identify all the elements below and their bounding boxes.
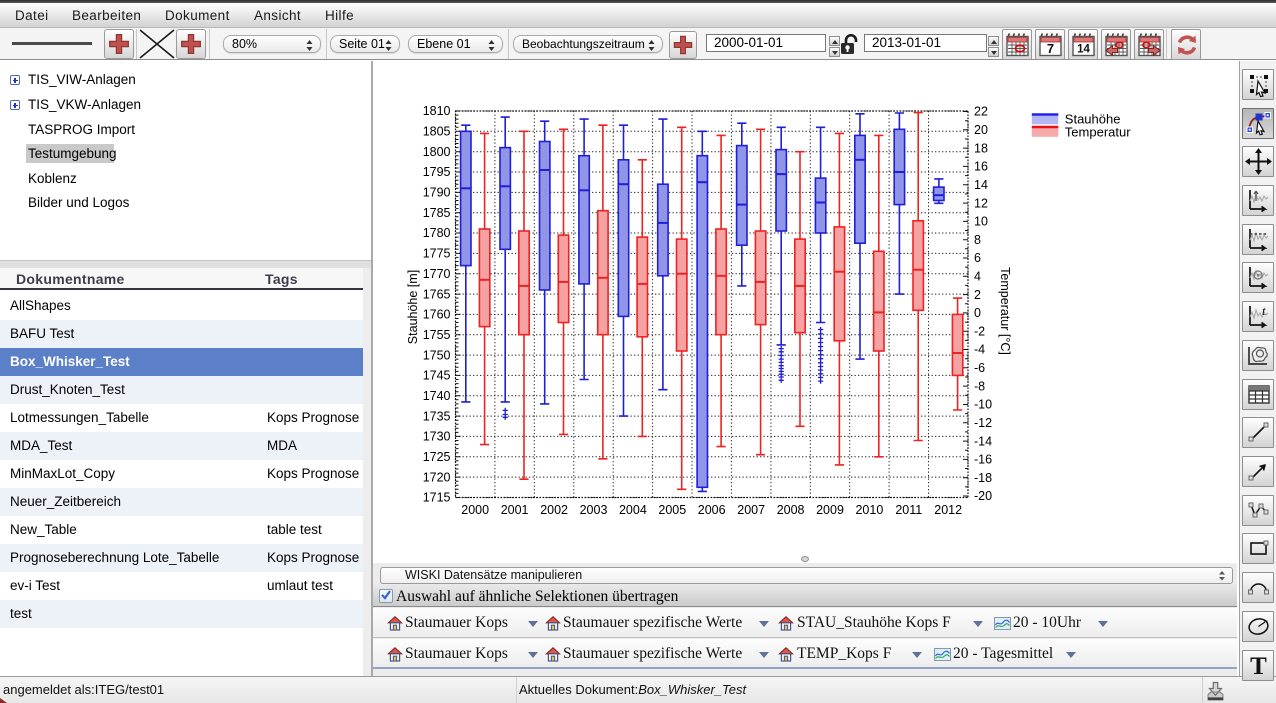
svg-text:-18: -18: [974, 471, 992, 485]
svg-text:-6: -6: [974, 361, 985, 375]
svg-text:2005: 2005: [658, 503, 686, 517]
svg-text:Stauhöhe [m]: Stauhöhe [m]: [406, 270, 420, 344]
svg-text:0: 0: [974, 306, 981, 320]
svg-text:-14: -14: [974, 434, 992, 448]
svg-text:Temperatur: Temperatur: [1065, 125, 1131, 140]
svg-text:18: 18: [974, 141, 988, 155]
svg-text:-20: -20: [974, 489, 992, 503]
svg-text:-2: -2: [974, 324, 985, 338]
svg-text:1715: 1715: [423, 491, 451, 505]
svg-text:20: 20: [974, 123, 988, 137]
svg-text:1770: 1770: [423, 267, 451, 281]
svg-text:2004: 2004: [619, 503, 647, 517]
svg-text:1735: 1735: [423, 409, 451, 423]
svg-text:2006: 2006: [698, 503, 726, 517]
svg-text:1800: 1800: [423, 145, 451, 159]
svg-text:-4: -4: [974, 343, 985, 357]
svg-text:1720: 1720: [423, 470, 451, 484]
svg-text:1760: 1760: [423, 308, 451, 322]
svg-text:1745: 1745: [423, 369, 451, 383]
svg-text:8: 8: [974, 233, 981, 247]
svg-text:22: 22: [974, 105, 988, 119]
svg-text:7: 7: [1047, 41, 1054, 56]
svg-text:-10: -10: [974, 398, 992, 412]
svg-text:1765: 1765: [423, 287, 451, 301]
svg-text:1740: 1740: [423, 389, 451, 403]
svg-text:12: 12: [974, 196, 988, 210]
svg-text:1805: 1805: [423, 125, 451, 139]
svg-text:2010: 2010: [855, 503, 883, 517]
svg-text:-8: -8: [974, 379, 985, 393]
svg-text:1795: 1795: [423, 165, 451, 179]
svg-text:2000: 2000: [461, 503, 489, 517]
svg-text:2002: 2002: [540, 503, 568, 517]
svg-text:1810: 1810: [423, 104, 451, 118]
svg-text:14: 14: [974, 178, 988, 192]
svg-text:16: 16: [974, 160, 988, 174]
svg-text:2003: 2003: [580, 503, 608, 517]
svg-text:1790: 1790: [423, 186, 451, 200]
svg-text:2008: 2008: [777, 503, 805, 517]
svg-text:1725: 1725: [423, 450, 451, 464]
svg-text:T: T: [1250, 653, 1267, 679]
svg-text:Temperatur [°C]: Temperatur [°C]: [998, 267, 1012, 355]
svg-text:14: 14: [1077, 44, 1090, 56]
svg-text:t: t: [1262, 303, 1266, 318]
svg-text:-16: -16: [974, 453, 992, 467]
svg-text:10: 10: [974, 215, 988, 229]
svg-text:4: 4: [974, 270, 981, 284]
svg-text:2007: 2007: [737, 503, 765, 517]
svg-text:6: 6: [974, 251, 981, 265]
svg-text:1750: 1750: [423, 348, 451, 362]
svg-text:-12: -12: [974, 416, 992, 430]
svg-text:2001: 2001: [501, 503, 529, 517]
svg-text:2012: 2012: [934, 503, 962, 517]
svg-text:1775: 1775: [423, 247, 451, 261]
svg-text:1785: 1785: [423, 206, 451, 220]
svg-text:2009: 2009: [816, 503, 844, 517]
svg-text:1755: 1755: [423, 328, 451, 342]
svg-text:1730: 1730: [423, 430, 451, 444]
svg-text:2011: 2011: [895, 503, 922, 517]
svg-text:2: 2: [974, 288, 981, 302]
svg-text:1780: 1780: [423, 226, 451, 240]
